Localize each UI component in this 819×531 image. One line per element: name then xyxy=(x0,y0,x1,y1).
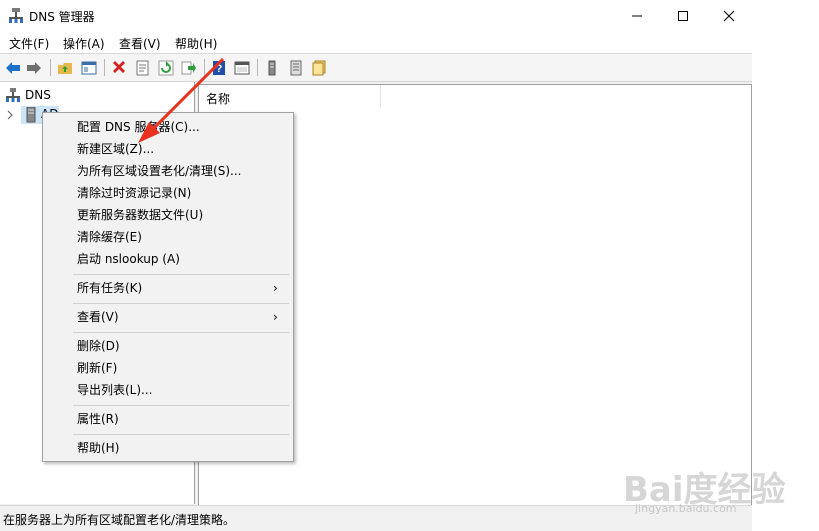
menu-action[interactable]: 操作(A) xyxy=(63,35,105,52)
menu-item-new-zone[interactable]: 新建区域(Z)... xyxy=(77,140,154,158)
forward-button[interactable] xyxy=(24,58,44,78)
menu-item-help[interactable]: 帮助(H) xyxy=(77,439,119,457)
export-list-button[interactable] xyxy=(179,58,199,78)
menu-separator xyxy=(73,405,289,406)
menu-item-launch-nslookup[interactable]: 启动 nslookup (A) xyxy=(77,250,180,268)
menu-separator xyxy=(73,332,289,333)
menu-item-update-data-files[interactable]: 更新服务器数据文件(U) xyxy=(77,206,203,224)
expand-chevron-icon[interactable] xyxy=(6,109,14,123)
menu-item-properties[interactable]: 属性(R) xyxy=(77,410,119,428)
dns-icon xyxy=(8,7,24,24)
menu-item-delete[interactable]: 删除(D) xyxy=(77,337,120,355)
back-button[interactable] xyxy=(3,58,23,78)
server-button[interactable] xyxy=(262,58,282,78)
list-button[interactable] xyxy=(286,58,306,78)
toolbar-separator xyxy=(104,59,105,76)
console-button[interactable] xyxy=(232,58,252,78)
menu-separator xyxy=(73,434,289,435)
column-header-name[interactable]: 名称 xyxy=(199,85,381,107)
delete-button[interactable] xyxy=(109,58,129,78)
toolbar-separator xyxy=(50,59,51,76)
submenu-arrow-icon: › xyxy=(273,310,278,324)
properties-button[interactable] xyxy=(133,58,153,78)
menu-help[interactable]: 帮助(H) xyxy=(175,35,217,52)
tree-item-label: DNS xyxy=(25,88,51,102)
up-button[interactable] xyxy=(55,58,75,78)
toolbar-separator xyxy=(257,59,258,76)
toolbar-separator xyxy=(204,59,205,76)
menu-bar: 文件(F) 操作(A) 查看(V) 帮助(H) xyxy=(0,31,752,54)
maximize-button[interactable] xyxy=(660,0,706,31)
refresh-button[interactable] xyxy=(156,58,176,78)
toolbar: ? xyxy=(0,54,752,82)
menu-item-export-list[interactable]: 导出列表(L)... xyxy=(77,381,153,399)
zone-button[interactable] xyxy=(309,58,329,78)
show-hide-pane-button[interactable] xyxy=(79,58,99,78)
menu-item-set-aging[interactable]: 为所有区域设置老化/清理(S)... xyxy=(77,162,241,180)
menu-view[interactable]: 查看(V) xyxy=(119,35,161,52)
menu-item-configure-dns[interactable]: 配置 DNS 服务器(C)... xyxy=(77,118,200,136)
svg-text:?: ? xyxy=(216,63,223,75)
menu-file[interactable]: 文件(F) xyxy=(9,35,49,52)
dns-icon xyxy=(6,88,20,107)
menu-item-all-tasks[interactable]: 所有任务(K) xyxy=(77,279,142,297)
submenu-arrow-icon: › xyxy=(273,281,278,295)
menu-item-scavenge[interactable]: 清除过时资源记录(N) xyxy=(77,184,191,202)
close-button[interactable] xyxy=(706,0,752,31)
window-title: DNS 管理器 xyxy=(29,10,95,24)
title-bar: DNS 管理器 xyxy=(0,0,752,31)
menu-separator xyxy=(73,303,289,304)
watermark-url: jingyan.baidu.com xyxy=(635,502,737,515)
minimize-button[interactable] xyxy=(614,0,660,31)
menu-separator xyxy=(73,274,289,275)
menu-item-clear-cache[interactable]: 清除缓存(E) xyxy=(77,228,142,246)
menu-item-view[interactable]: 查看(V) xyxy=(77,308,119,326)
help-button[interactable]: ? xyxy=(209,58,229,78)
menu-item-refresh[interactable]: 刷新(F) xyxy=(77,359,117,377)
status-text: 在服务器上为所有区域配置老化/清理策略。 xyxy=(3,513,236,527)
context-menu: 配置 DNS 服务器(C)... 新建区域(Z)... 为所有区域设置老化/清理… xyxy=(42,112,294,462)
baidu-watermark: Bai度经验 jingyan.baidu.com xyxy=(623,462,813,522)
